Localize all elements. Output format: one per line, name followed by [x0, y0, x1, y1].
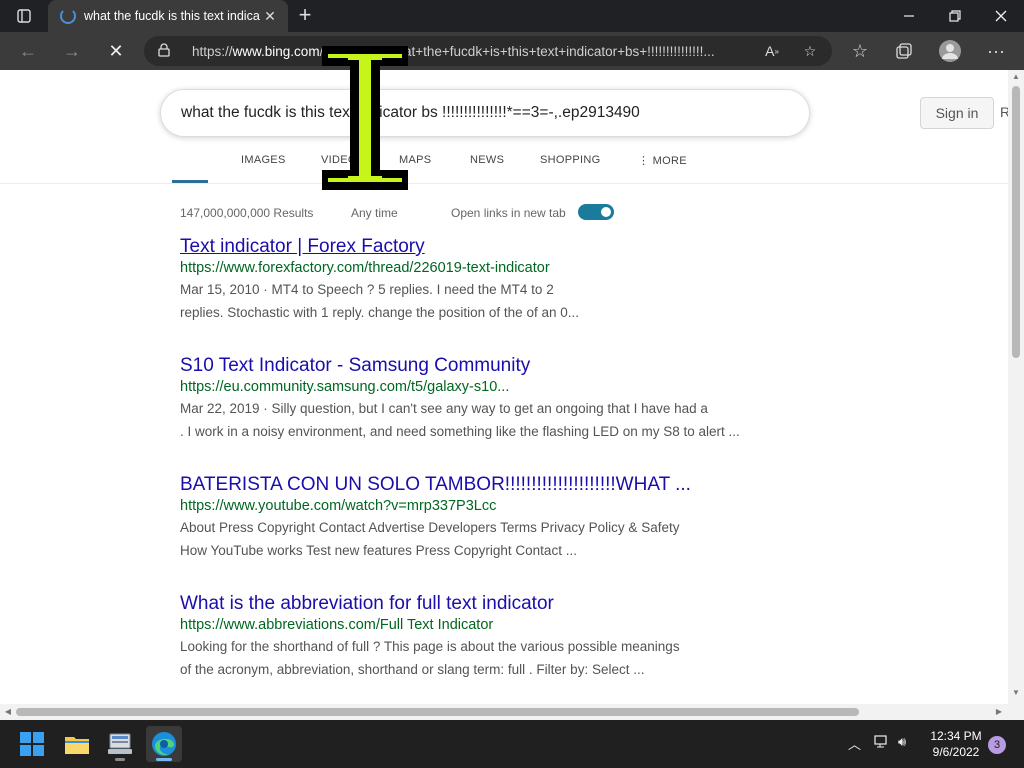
tab-news[interactable]: NEWS [470, 154, 504, 166]
minimize-button[interactable] [886, 0, 932, 32]
search-input[interactable] [181, 104, 651, 122]
result-snippet: . I work in a noisy environment, and nee… [180, 424, 740, 439]
windows-logo-icon [20, 732, 44, 756]
tab-images[interactable]: IMAGES [241, 154, 286, 166]
tab-actions-icon [17, 9, 31, 23]
active-tab[interactable]: what the fucdk is this text indicator bs… [48, 0, 288, 32]
edge-browser-button[interactable] [146, 726, 182, 762]
tab-title: what the fucdk is this text indicator bs… [84, 9, 260, 23]
sign-in-button[interactable]: Sign in [920, 97, 994, 129]
clock-time: 12:34 PM [930, 729, 982, 743]
network-icon[interactable] [874, 734, 890, 751]
time-filter-dropdown[interactable]: Any time [351, 206, 398, 220]
result-url[interactable]: https://eu.community.samsung.com/t5/gala… [180, 379, 800, 395]
more-dots-icon: ··· [987, 40, 1005, 61]
result-url[interactable]: https://www.youtube.com/watch?v=mrp337P3… [180, 498, 800, 514]
close-icon [995, 10, 1007, 22]
edge-icon [152, 732, 176, 756]
result-snippet: About Press Copyright Contact Advertise … [180, 520, 680, 535]
scroll-up-arrow-icon[interactable]: ▲ [1008, 72, 1024, 86]
server-icon [108, 733, 132, 754]
notification-badge[interactable]: 3 [988, 736, 1006, 754]
add-favorite-icon[interactable]: ☆ [796, 36, 824, 66]
back-button[interactable]: ← [12, 36, 44, 66]
result-title-link[interactable]: S10 Text Indicator - Samsung Community [180, 355, 800, 377]
search-result: S10 Text Indicator - Samsung Community h… [180, 355, 800, 443]
loading-spinner-icon [60, 8, 76, 24]
result-snippet: Mar 15, 2010 · MT4 to Speech ? 5 replies… [180, 282, 554, 297]
new-tab-button[interactable]: + [292, 4, 318, 28]
avatar-icon [939, 40, 961, 62]
favorites-icon: ☆ [851, 40, 869, 61]
navigation-bar: ← → ✕ https://www.bing.com/search?q=what… [0, 32, 1024, 70]
result-snippet: Looking for the shorthand of full ? This… [180, 639, 680, 654]
vertical-scroll-thumb[interactable] [1012, 86, 1020, 358]
close-window-button[interactable] [978, 0, 1024, 32]
tab-more[interactable]: ⋮ MORE [638, 154, 687, 167]
bing-results-page: Sign in R IMAGES VIDEOS MAPS NEWS SHOPPI… [0, 70, 1008, 704]
result-url[interactable]: https://www.abbreviations.com/Full Text … [180, 617, 800, 633]
start-button[interactable] [14, 726, 50, 762]
favorites-button[interactable]: ☆ [844, 36, 876, 66]
restore-button[interactable] [932, 0, 978, 32]
stop-icon: ✕ [108, 40, 124, 61]
title-bar: what the fucdk is this text indicator bs… [0, 0, 1024, 32]
search-box[interactable] [160, 89, 810, 137]
forward-button[interactable]: → [56, 36, 88, 66]
back-arrow-icon: ← [19, 40, 37, 61]
address-bar[interactable]: https://www.bing.com/search?q=what+the+f… [144, 36, 832, 66]
rewards-label[interactable]: R [1000, 104, 1008, 120]
result-snippet: Mar 22, 2019 · Silly question, but I can… [180, 401, 708, 416]
collections-button[interactable] [888, 36, 920, 66]
forward-arrow-icon: → [63, 40, 81, 61]
results-count: 147,000,000,000 Results [180, 206, 314, 220]
address-prefix: https:// [192, 43, 233, 59]
horizontal-scrollbar[interactable]: ◀ ▶ [0, 704, 1008, 720]
settings-menu-button[interactable]: ··· [980, 36, 1012, 66]
result-title-link[interactable]: BATERISTA CON UN SOLO TAMBOR!!!!!!!!!!!!… [180, 474, 800, 496]
app-button[interactable] [102, 726, 138, 762]
system-clock[interactable]: 12:34 PM 9/6/2022 [924, 728, 988, 760]
search-scope-tabs: IMAGES VIDEOS MAPS NEWS SHOPPING ⋮ MORE [0, 148, 1008, 184]
scroll-down-arrow-icon[interactable]: ▼ [1008, 688, 1024, 702]
text-cursor-icon [322, 46, 408, 190]
minimize-icon [904, 15, 914, 17]
restore-icon [949, 10, 961, 22]
search-result: BATERISTA CON UN SOLO TAMBOR!!!!!!!!!!!!… [180, 474, 800, 562]
clock-date: 9/6/2022 [932, 745, 980, 759]
result-snippet: How YouTube works Test new features Pres… [180, 543, 577, 558]
vertical-scrollbar[interactable]: ▲ ▼ [1008, 70, 1024, 704]
result-title-link[interactable]: Text indicator | Forex Factory [180, 236, 800, 258]
file-explorer-button[interactable] [59, 726, 95, 762]
active-tab-indicator [172, 180, 208, 183]
tab-close-icon[interactable]: ✕ [260, 8, 280, 25]
address-text[interactable]: https://www.bing.com/search?q=what+the+f… [192, 44, 752, 59]
scroll-left-arrow-icon[interactable]: ◀ [1, 704, 15, 720]
scroll-right-arrow-icon[interactable]: ▶ [992, 704, 1006, 720]
volume-icon[interactable]: 🔊︎ [898, 734, 906, 750]
search-result: What is the abbreviation for full text i… [180, 593, 800, 681]
lock-icon [158, 42, 176, 60]
collections-icon [896, 43, 912, 59]
stop-loading-button[interactable]: ✕ [100, 36, 132, 66]
open-new-tab-label: Open links in new tab [451, 206, 566, 220]
result-title-link[interactable]: What is the abbreviation for full text i… [180, 593, 800, 615]
profile-button[interactable] [934, 36, 966, 66]
taskbar: ︿ 🔊︎ 12:34 PM 9/6/2022 [0, 720, 1024, 768]
open-new-tab-toggle[interactable] [578, 204, 614, 220]
read-aloud-icon[interactable]: A» [758, 36, 786, 66]
app-active-indicator [156, 758, 172, 761]
result-snippet: replies. Stochastic with 1 reply. change… [180, 305, 579, 320]
show-hidden-icons-chevron-icon[interactable]: ︿ [848, 734, 861, 753]
search-result: Text indicator | Forex Factory https://w… [180, 236, 800, 324]
tab-actions-button[interactable] [0, 0, 48, 32]
app-running-indicator [115, 758, 125, 761]
result-snippet: of the acronym, abbreviation, shorthand … [180, 662, 645, 677]
result-url[interactable]: https://www.forexfactory.com/thread/2260… [180, 260, 800, 276]
folder-icon [65, 737, 89, 754]
tab-shopping[interactable]: SHOPPING [540, 154, 600, 166]
scrollbar-corner [1008, 704, 1024, 720]
address-domain: www.bing.com [232, 43, 320, 59]
horizontal-scroll-thumb[interactable] [16, 708, 859, 716]
